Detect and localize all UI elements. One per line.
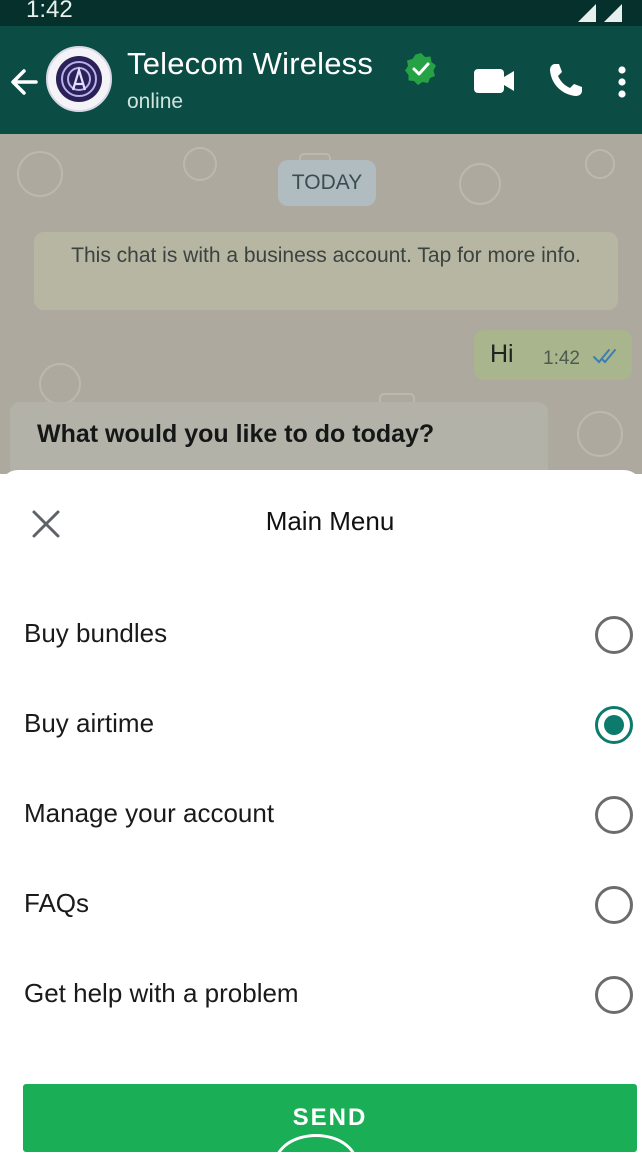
verified-icon [405, 53, 436, 85]
broadcast-logo-icon [56, 56, 102, 102]
menu-option-manage-account[interactable]: Manage your account [0, 770, 642, 860]
signal-icon [578, 4, 622, 22]
avatar[interactable] [46, 46, 112, 112]
radio-button[interactable] [595, 796, 633, 834]
chat-area: TODAY This chat is with a business accou… [0, 134, 642, 474]
more-options-icon[interactable] [612, 62, 632, 102]
option-label: Manage your account [24, 798, 275, 828]
back-arrow-icon[interactable] [6, 64, 42, 100]
menu-option-buy-bundles[interactable]: Buy bundles [0, 590, 642, 680]
message-text: What would you like to do today? [37, 420, 435, 448]
menu-option-faqs[interactable]: FAQs [0, 860, 642, 950]
date-chip: TODAY [278, 160, 376, 206]
contact-name[interactable]: Telecom Wireless [127, 46, 373, 82]
option-label: Get help with a problem [24, 978, 299, 1008]
double-check-icon [593, 349, 616, 364]
chat-header: Telecom Wireless online [0, 26, 642, 134]
status-bar: 1:42 [0, 0, 642, 26]
outgoing-message[interactable]: Hi 1:42 [474, 330, 632, 380]
incoming-message[interactable]: What would you like to do today? [10, 402, 548, 474]
contact-status: online [127, 90, 184, 113]
business-account-notice[interactable]: This chat is with a business account. Ta… [34, 232, 618, 310]
option-label: FAQs [24, 888, 90, 918]
message-text: Hi [490, 340, 514, 368]
radio-button-selected[interactable] [595, 706, 633, 744]
message-time: 1:42 [543, 348, 580, 369]
option-label: Buy airtime [24, 708, 155, 738]
radio-button[interactable] [595, 976, 633, 1014]
status-time: 1:42 [26, 0, 73, 23]
menu-option-buy-airtime[interactable]: Buy airtime [0, 680, 642, 770]
option-label: Buy bundles [24, 618, 168, 648]
main-menu-sheet: Main Menu Buy bundles Buy airtime Manage… [0, 470, 642, 1160]
video-call-icon[interactable] [472, 66, 516, 96]
sheet-title: Main Menu [265, 506, 395, 536]
radio-button[interactable] [595, 616, 633, 654]
voice-call-icon[interactable] [546, 60, 586, 100]
radio-button[interactable] [595, 886, 633, 924]
menu-option-get-help[interactable]: Get help with a problem [0, 950, 642, 1040]
